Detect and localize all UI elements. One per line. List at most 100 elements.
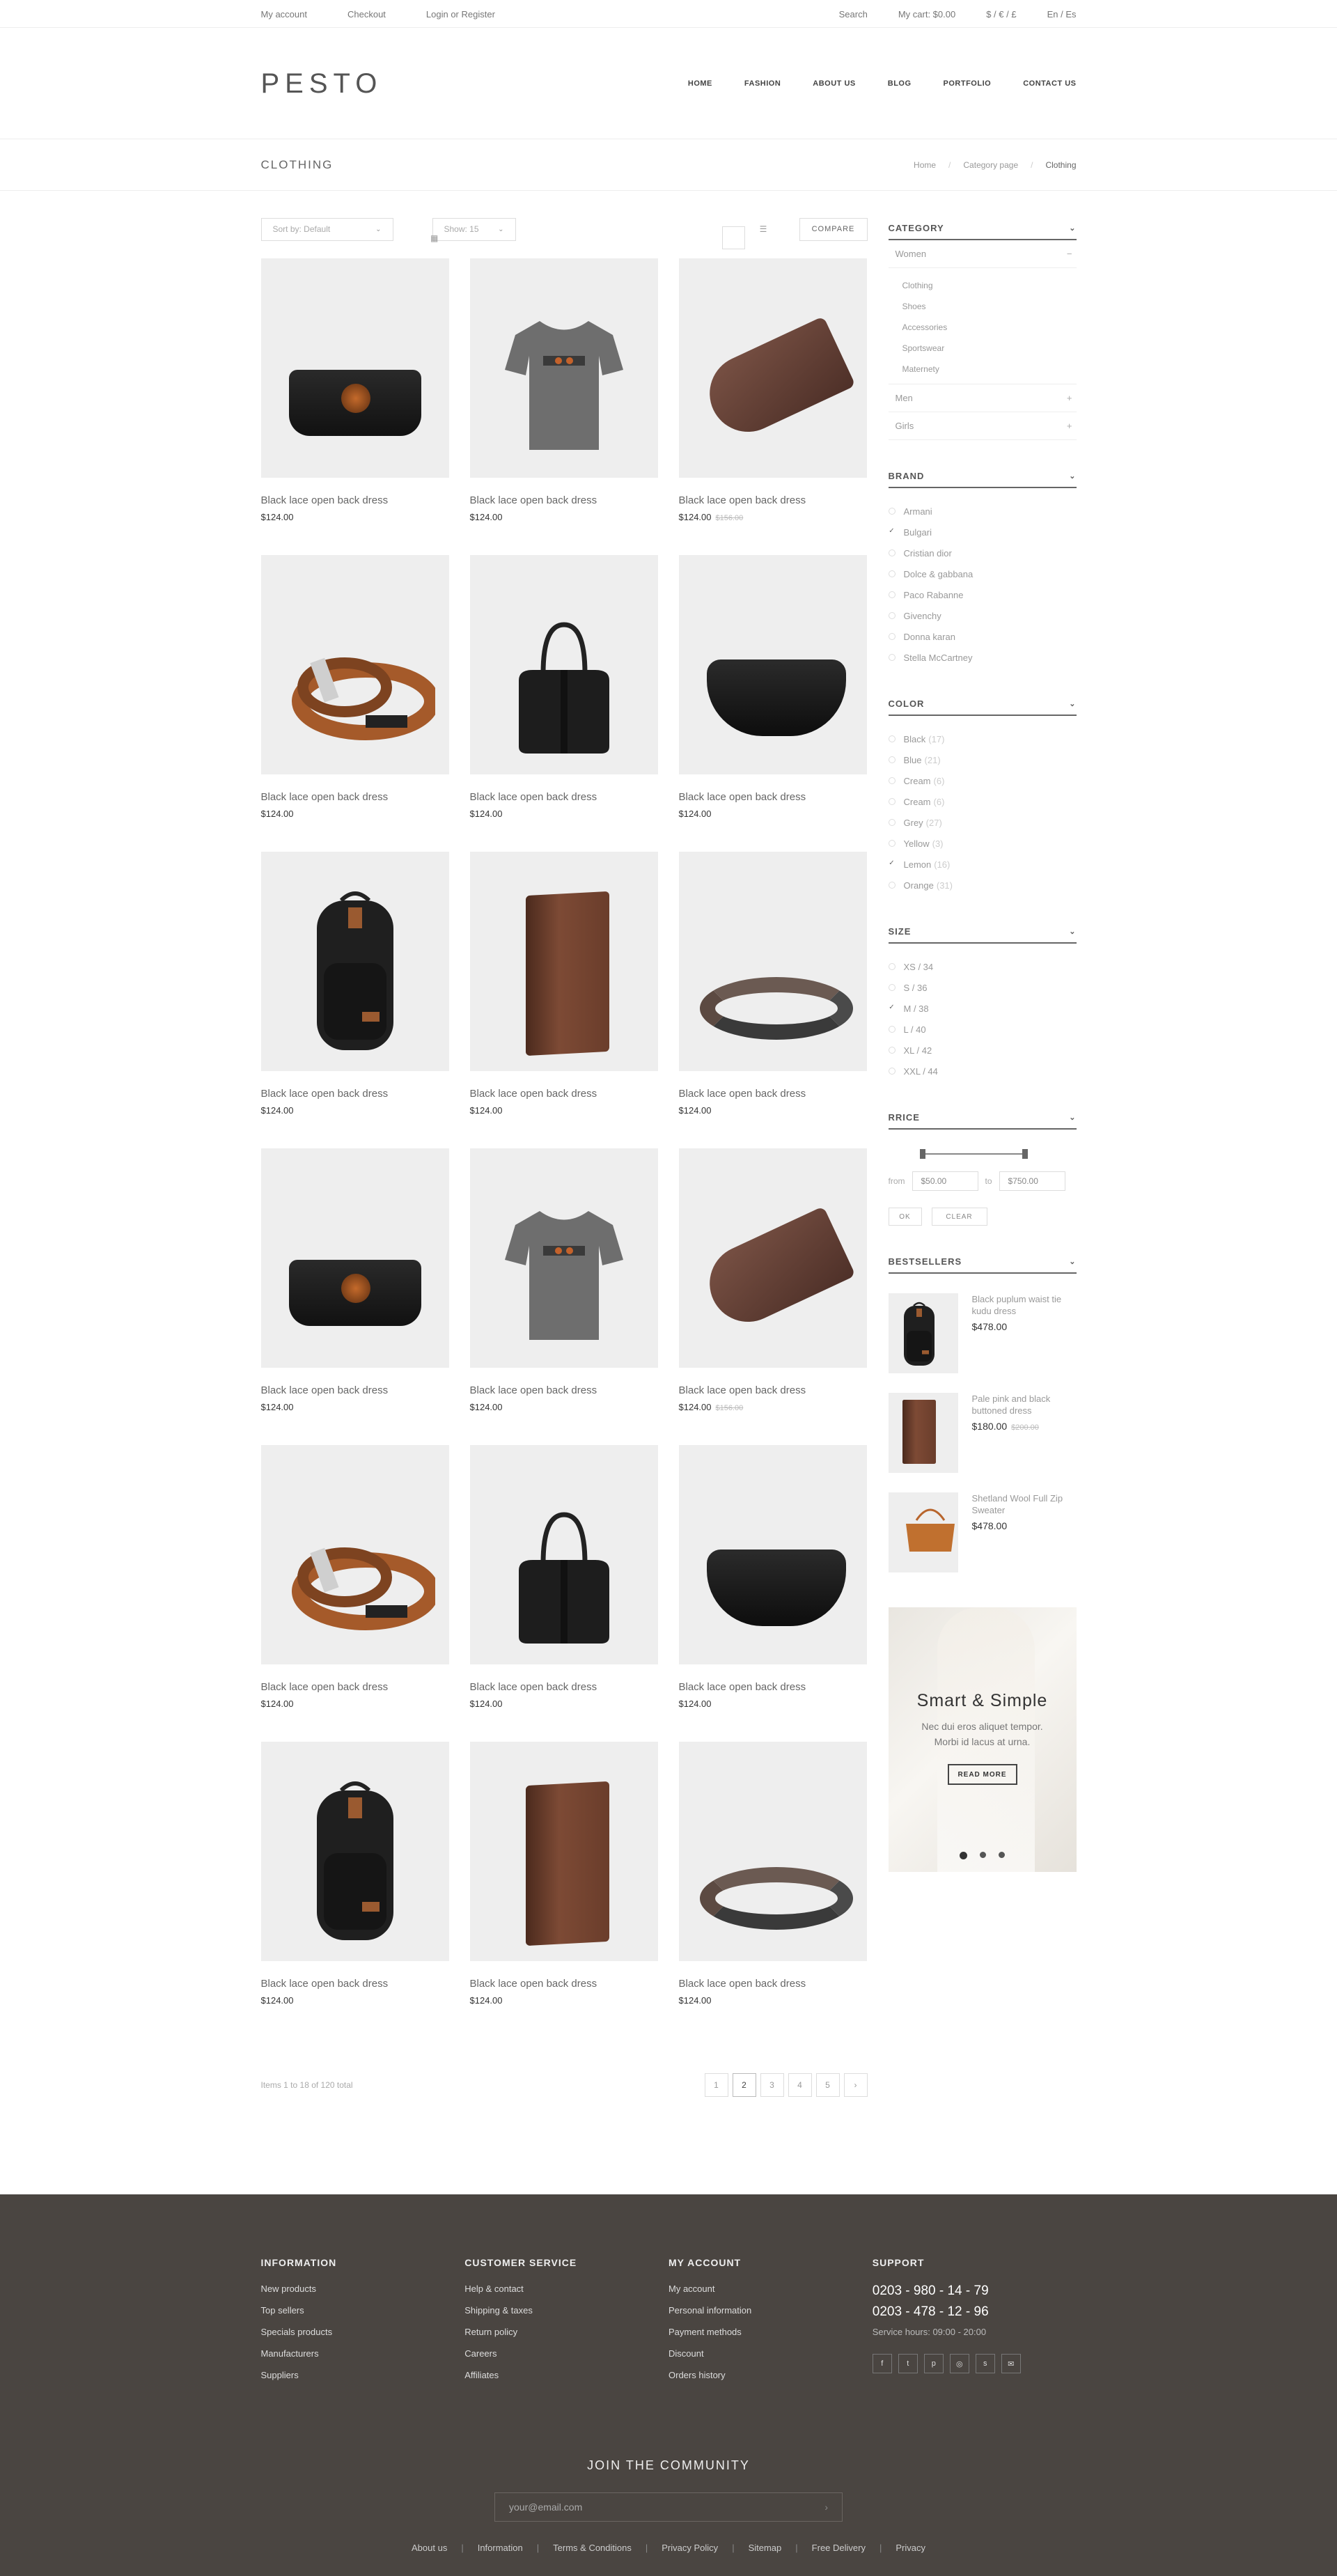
page-link[interactable]: 5: [815, 2073, 840, 2097]
product-name[interactable]: Black lace open back dress: [261, 494, 449, 506]
product-image[interactable]: [678, 1742, 867, 1961]
product-card[interactable]: Black lace open back dress $124.00: [260, 1148, 449, 1445]
color-header[interactable]: COLOR ⌄: [888, 693, 1077, 716]
size-option[interactable]: L / 40: [888, 1019, 1077, 1040]
arrow-right-icon[interactable]: ›: [824, 2501, 828, 2513]
size-option[interactable]: S / 36: [888, 977, 1077, 998]
currency-switcher[interactable]: $ / € / £: [986, 9, 1016, 19]
product-image[interactable]: [469, 1445, 658, 1664]
product-card[interactable]: Black lace open back dress $124.00 $156.00: [678, 258, 867, 555]
promo-banner[interactable]: Smart & Simple Nec dui eros aliquet temp…: [888, 1607, 1077, 1872]
skype-icon[interactable]: s: [975, 2354, 995, 2373]
product-card[interactable]: Black lace open back dress $124.00: [469, 258, 658, 555]
product-image[interactable]: [260, 1742, 449, 1961]
product-name[interactable]: Black lace open back dress: [261, 1088, 449, 1100]
product-card[interactable]: Black lace open back dress $124.00: [260, 258, 449, 555]
nav-contact-us[interactable]: CONTACT US: [1023, 79, 1076, 88]
footer-bottom-link[interactable]: Privacy: [896, 2543, 925, 2553]
nav-portfolio[interactable]: PORTFOLIO: [944, 79, 992, 88]
footer-bottom-link[interactable]: Free Delivery: [812, 2543, 866, 2553]
color-option[interactable]: Black (17): [888, 728, 1077, 749]
brand-header[interactable]: BRAND ⌄: [888, 465, 1077, 488]
subcategory-item[interactable]: Clothing: [902, 275, 1077, 296]
footer-bottom-link[interactable]: Terms & Conditions: [553, 2543, 632, 2553]
footer-bottom-link[interactable]: Privacy Policy: [662, 2543, 718, 2553]
clear-button[interactable]: CLEAR: [931, 1208, 987, 1226]
price-slider[interactable]: [889, 1139, 1077, 1167]
size-option[interactable]: XXL / 44: [888, 1061, 1077, 1082]
expand-icon[interactable]: +: [1067, 421, 1077, 431]
bestseller-name[interactable]: Black puplum waist tie kudu dress: [972, 1293, 1073, 1317]
product-image[interactable]: [260, 555, 449, 774]
price-header[interactable]: RRICE ⌄: [888, 1107, 1077, 1130]
checkbox[interactable]: [888, 798, 896, 805]
checkbox[interactable]: [888, 735, 896, 742]
product-image[interactable]: [678, 1148, 867, 1368]
product-card[interactable]: Black lace open back dress $124.00: [260, 852, 449, 1148]
check-icon[interactable]: ✓: [889, 860, 896, 868]
language-switcher[interactable]: En / Es: [1047, 9, 1077, 19]
cart-link[interactable]: My cart: $0.00: [898, 9, 955, 19]
nav-blog[interactable]: BLOG: [888, 79, 912, 88]
product-image[interactable]: [469, 555, 658, 774]
footer-bottom-link[interactable]: About us: [412, 2543, 447, 2553]
brand-option[interactable]: ✓ Bulgari: [889, 522, 1077, 542]
product-image[interactable]: [260, 852, 449, 1071]
product-name[interactable]: Black lace open back dress: [261, 791, 449, 803]
footer-link[interactable]: Shipping & taxes: [464, 2305, 668, 2327]
nav-fashion[interactable]: FASHION: [744, 79, 781, 88]
size-header[interactable]: SIZE ⌄: [888, 921, 1077, 944]
size-option[interactable]: XL / 42: [888, 1040, 1077, 1061]
mail-icon[interactable]: ✉: [1001, 2354, 1021, 2373]
product-image[interactable]: [260, 1148, 449, 1368]
color-option[interactable]: Orange (31): [888, 875, 1077, 896]
page-link[interactable]: 3: [760, 2073, 784, 2097]
checkbox[interactable]: [888, 963, 896, 970]
bestseller-item[interactable]: Black puplum waist tie kudu dress $478.00: [888, 1293, 1077, 1373]
checkbox[interactable]: [888, 1068, 896, 1075]
checkout-link[interactable]: Checkout: [347, 9, 386, 19]
bestseller-item[interactable]: Shetland Wool Full Zip Sweater $478.00: [888, 1492, 1077, 1572]
subcategory-item[interactable]: Shoes: [902, 296, 1077, 317]
expand-icon[interactable]: +: [1067, 393, 1077, 403]
search-link[interactable]: Search: [839, 9, 868, 19]
color-option[interactable]: Grey (27): [888, 812, 1077, 833]
footer-link[interactable]: Orders history: [668, 2370, 873, 2391]
product-name[interactable]: Black lace open back dress: [470, 494, 658, 506]
product-card[interactable]: Black lace open back dress $124.00 $156.00: [678, 1148, 867, 1445]
category-header[interactable]: CATEGORY ⌄: [888, 217, 1077, 240]
checkbox[interactable]: [888, 756, 896, 763]
facebook-icon[interactable]: f: [872, 2354, 892, 2373]
login-link[interactable]: Login or Register: [426, 9, 495, 19]
product-name[interactable]: Black lace open back dress: [261, 1384, 449, 1396]
brand-option[interactable]: Donna karan: [888, 626, 1077, 647]
slider-handle-min[interactable]: [919, 1149, 925, 1159]
color-option[interactable]: Yellow (3): [888, 833, 1077, 854]
checkbox[interactable]: [888, 1047, 896, 1054]
product-image[interactable]: [678, 555, 867, 774]
checkbox[interactable]: [888, 882, 896, 889]
carousel-dot[interactable]: [999, 1852, 1005, 1858]
breadcrumb-home[interactable]: Home: [914, 160, 936, 170]
carousel-dot[interactable]: [980, 1852, 986, 1858]
footer-link[interactable]: Payment methods: [668, 2327, 873, 2348]
product-card[interactable]: Black lace open back dress $124.00: [678, 1445, 867, 1742]
page-link[interactable]: 2: [732, 2073, 756, 2097]
product-name[interactable]: Black lace open back dress: [679, 1681, 867, 1693]
color-option[interactable]: ✓ Lemon (16): [889, 854, 1077, 875]
slider-handle-max[interactable]: [1022, 1149, 1028, 1159]
twitter-icon[interactable]: t: [898, 2354, 918, 2373]
footer-link[interactable]: My account: [668, 2284, 873, 2305]
product-card[interactable]: Black lace open back dress $124.00: [678, 555, 867, 852]
checkbox[interactable]: [888, 777, 896, 784]
subcategory-item[interactable]: Sportswear: [902, 338, 1077, 359]
footer-link[interactable]: Return policy: [464, 2327, 668, 2348]
bestseller-name[interactable]: Pale pink and black buttoned dress: [972, 1393, 1073, 1416]
product-name[interactable]: Black lace open back dress: [679, 1978, 867, 1990]
brand-option[interactable]: Cristian dior: [888, 542, 1077, 563]
footer-link[interactable]: Manufacturers: [261, 2348, 465, 2370]
product-name[interactable]: Black lace open back dress: [261, 1681, 449, 1693]
bestseller-item[interactable]: Pale pink and black buttoned dress $180.0…: [888, 1393, 1077, 1473]
product-name[interactable]: Black lace open back dress: [261, 1978, 449, 1990]
product-card[interactable]: Black lace open back dress $124.00: [260, 1445, 449, 1742]
